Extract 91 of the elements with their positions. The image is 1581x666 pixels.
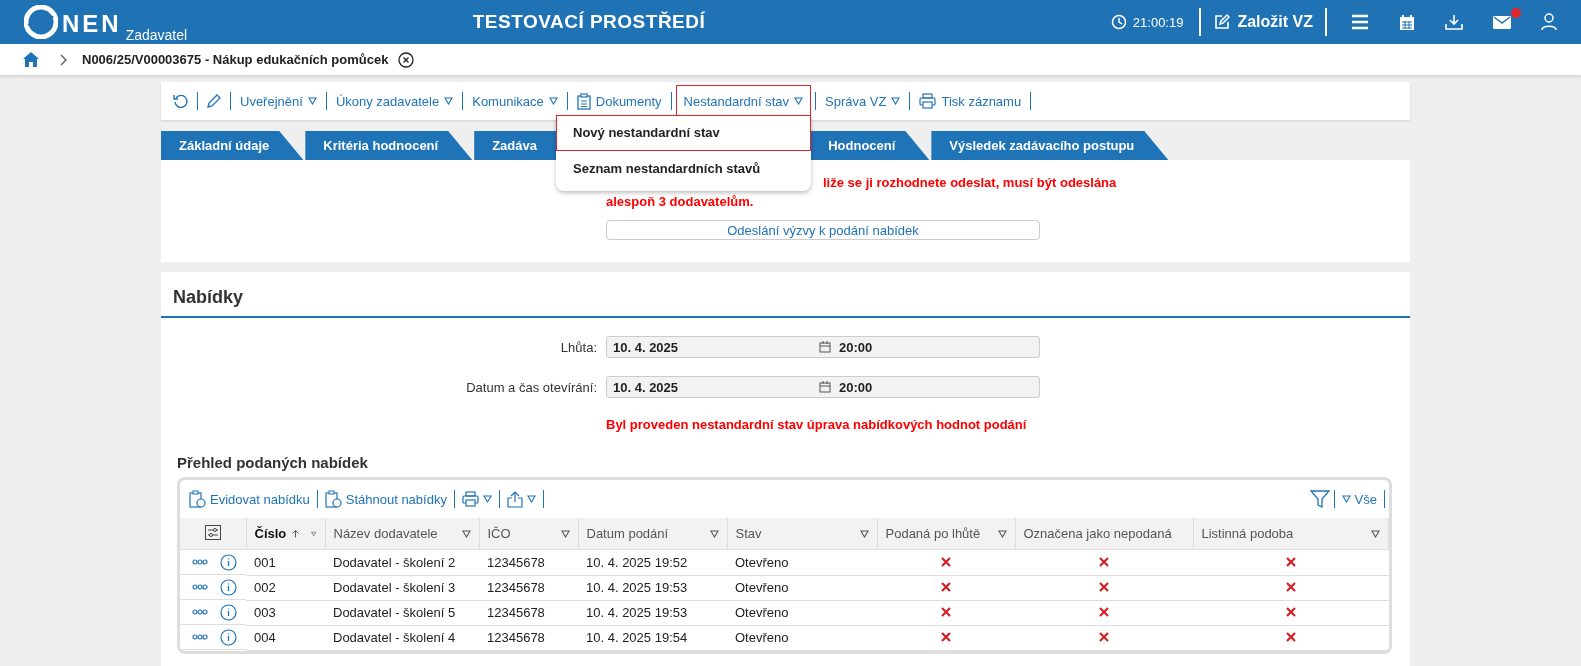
toolbar-menu-button[interactable]: Úkony zadavatele <box>330 85 459 117</box>
clipboard-icon <box>324 490 342 508</box>
column-settings-header[interactable] <box>180 518 246 550</box>
chevron-icon <box>60 53 68 66</box>
field-label: Datum a čas otevírání: <box>465 379 597 395</box>
logo-icon <box>24 5 58 39</box>
clipboard-icon <box>189 490 206 508</box>
table-cell: 12345678 <box>479 600 578 625</box>
section-title: Nabídky <box>161 272 1410 318</box>
info-icon[interactable] <box>220 578 237 596</box>
table-cell: Dodavatel - školení 3 <box>325 575 479 600</box>
column-header[interactable]: Stav <box>727 518 877 550</box>
sliders-icon <box>204 524 221 540</box>
info-icon[interactable] <box>220 553 237 571</box>
tab[interactable]: Hodnocení <box>810 131 930 160</box>
table-cell: 10. 4. 2025 19:53 <box>578 600 727 625</box>
tab[interactable]: Výsledek zadávacího postupu <box>931 131 1169 160</box>
more-icon[interactable] <box>192 559 208 565</box>
table-cell: 12345678 <box>479 549 578 575</box>
print-button[interactable]: Tisk záznamu <box>914 85 1027 117</box>
mail-icon[interactable] <box>1493 15 1511 29</box>
tab[interactable]: Kritéria hodnocení <box>305 131 473 160</box>
logo-text: NEN <box>62 9 122 39</box>
column-header[interactable]: Listinná podoba <box>1193 518 1389 550</box>
refresh-icon[interactable] <box>173 93 189 109</box>
table-cell: 10. 4. 2025 19:54 <box>578 625 727 650</box>
column-header[interactable]: Označena jako nepodaná <box>1015 518 1193 550</box>
logo-subtitle: Zadavatel <box>125 27 188 43</box>
table-cell: 002 <box>246 575 325 600</box>
share-icon <box>506 490 523 508</box>
date-time-field[interactable]: 10. 4. 2025 20:00 <box>606 376 1040 398</box>
download-icon[interactable] <box>1445 14 1463 30</box>
field-label: Lhůta: <box>559 339 597 355</box>
filter-icon[interactable] <box>1309 489 1330 509</box>
info-icon[interactable] <box>220 628 237 646</box>
table-action-button[interactable]: Evidovat nabídku <box>186 490 313 508</box>
table-cell: Otevřeno <box>727 625 877 650</box>
menu-icon[interactable] <box>1351 14 1369 30</box>
toolbar-menu-button[interactable]: Uveřejnění <box>235 85 322 117</box>
dropdown-item[interactable]: Nový nestandardní stav <box>556 115 812 151</box>
column-header[interactable]: Název dodavatele <box>325 518 479 550</box>
table-cell: 10. 4. 2025 19:52 <box>578 549 727 575</box>
warning-text: alespoň 3 dodavatelům. <box>606 193 754 211</box>
environment-title: TESTOVACÍ PROSTŘEDÍ <box>472 11 706 33</box>
tab[interactable]: Základní údaje <box>161 131 304 160</box>
home-icon[interactable] <box>22 51 40 68</box>
table-cell: Otevřeno <box>727 575 877 600</box>
column-header[interactable]: IČO <box>479 518 578 550</box>
edit-icon <box>1213 13 1232 31</box>
printer-icon <box>461 491 479 507</box>
table-cell: 12345678 <box>479 625 578 650</box>
create-button[interactable]: Založit VZ <box>1213 13 1313 31</box>
send-invitation-button[interactable]: Odeslání výzvy k podání nabídek <box>606 220 1040 240</box>
printer-icon <box>919 93 937 109</box>
table-cell: 12345678 <box>479 575 578 600</box>
table-cell: Dodavatel - školení 5 <box>325 600 479 625</box>
more-icon[interactable] <box>192 609 208 615</box>
column-header[interactable]: Číslo <box>246 518 325 550</box>
warning-text: liže se ji rozhodnete odeslat, musí být odeslána <box>823 174 1117 192</box>
table-cell: Otevřeno <box>727 600 877 625</box>
date-time-field[interactable]: 10. 4. 2025 20:00 <box>606 336 1040 358</box>
clipboard-icon <box>576 92 591 110</box>
column-header[interactable]: Datum podání <box>578 518 727 550</box>
documents-button[interactable]: Dokumenty <box>571 85 667 117</box>
more-icon[interactable] <box>192 584 208 590</box>
clock-icon <box>1110 14 1127 30</box>
toolbar-menu-button[interactable]: Správa VZ <box>820 85 906 117</box>
table-cell: Dodavatel - školení 2 <box>325 549 479 575</box>
table-action-button[interactable]: Stáhnout nabídky <box>321 490 450 508</box>
column-header[interactable]: Podaná po lhůtě <box>877 518 1015 550</box>
table-cell: Otevřeno <box>727 549 877 575</box>
table-cell: Dodavatel - školení 4 <box>325 625 479 650</box>
table-cell: 003 <box>246 600 325 625</box>
subsection-title: Přehled podaných nabídek <box>177 454 369 471</box>
filter-dropdown[interactable]: Vše <box>1338 491 1380 507</box>
info-icon[interactable] <box>220 603 237 621</box>
toolbar-menu-button[interactable]: Komunikace <box>467 85 563 117</box>
table-cell: 10. 4. 2025 19:53 <box>578 575 727 600</box>
clock-time: 21:00:19 <box>1132 14 1184 30</box>
table-cell: 001 <box>246 549 325 575</box>
calendar-icon <box>819 381 831 393</box>
close-icon[interactable] <box>398 51 415 68</box>
dropdown-item[interactable]: Seznam nestandardních stavů <box>556 151 812 187</box>
more-icon[interactable] <box>192 634 208 640</box>
calendar-icon <box>819 341 831 353</box>
user-icon[interactable] <box>1541 13 1557 31</box>
alert-text: Byl proveden nestandardní stav úprava nabídkových hodnot podání <box>606 417 1028 432</box>
pencil-icon[interactable] <box>206 93 222 109</box>
breadcrumb-title[interactable]: N006/25/V00003675 - Nákup edukačních pomůcek <box>82 52 389 67</box>
calendar-icon[interactable] <box>1399 13 1415 31</box>
table-cell: 004 <box>246 625 325 650</box>
